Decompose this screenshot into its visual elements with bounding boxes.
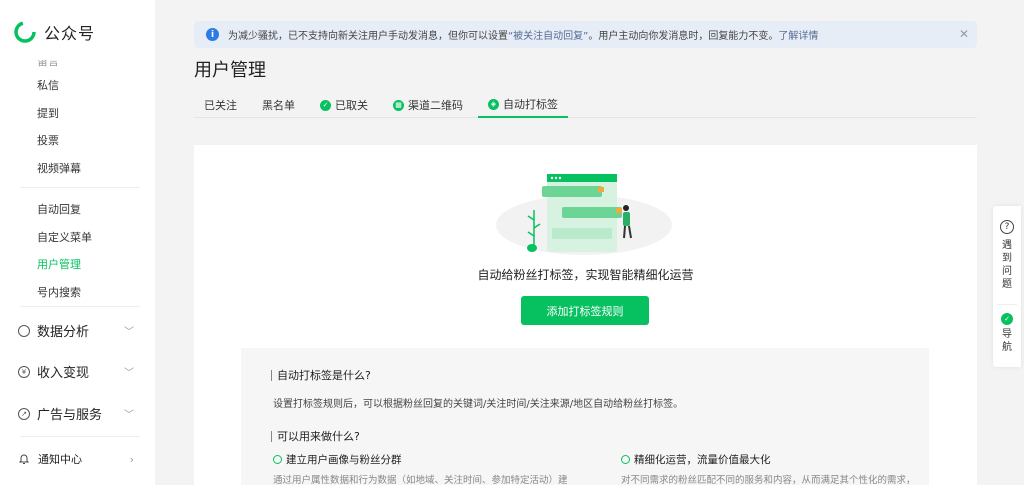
sidebar-group-label: 广告与服务 <box>37 408 103 423</box>
faq-use-case-1-title: 建立用户画像与粉丝分群 <box>286 454 402 466</box>
auto-tagging-headline: 自动给粉丝打标签，实现智能精细化运营 <box>477 268 694 282</box>
sidebar-group-label: 数据分析 <box>37 325 90 340</box>
faq-use-case-1-desc: 通过用户属性数据和行为数据（如地域、关注时间、参加特定活动）建 <box>273 475 568 485</box>
notice-bar: i 为减少骚扰，已不支持向新关注用户手动发消息，但你可以设置 “被关注自动回复”… <box>194 21 977 48</box>
sidebar-group-monetization[interactable]: ¥ 收入变现 ﹀ <box>18 362 134 381</box>
navigation-icon[interactable]: ✓ <box>1001 313 1013 325</box>
faq-question-use: 可以用来做什么? <box>271 431 360 442</box>
sidebar-item-auto-reply[interactable]: 自动回复 <box>37 201 81 217</box>
sidebar-item-in-account-search[interactable]: 号内搜索 <box>37 284 81 300</box>
sidebar-item-user-management[interactable]: 用户管理 <box>37 256 81 272</box>
compass-icon: ↗ <box>18 407 30 420</box>
page-title: 用户管理 <box>194 60 266 81</box>
auto-tagging-illustration <box>496 174 672 255</box>
app-logo[interactable]: 公众号 <box>14 20 95 44</box>
tab-auto-tagging[interactable]: ◈ 自动打标签 <box>478 92 568 118</box>
info-icon: i <box>206 28 219 41</box>
chevron-down-icon: ﹀ <box>124 327 134 338</box>
unfollow-icon: ✓ <box>320 99 331 111</box>
tab-label: 已取关 <box>335 99 368 112</box>
chevron-right-icon: › <box>129 452 134 466</box>
notice-text-after: 。用户主动向你发消息时，回复能力不变。 <box>588 31 779 42</box>
faq-use-case-2: 精细化运营，流量价值最大化 <box>621 452 771 467</box>
pie-chart-icon <box>18 324 30 337</box>
tab-unfollowed[interactable]: ✓ 已取关 <box>310 92 378 118</box>
faq-question-what: 自动打标签是什么? <box>271 370 371 381</box>
sidebar-divider <box>20 187 140 188</box>
faq-use-case-2-title: 精细化运营，流量价值最大化 <box>634 454 771 466</box>
wechat-official-logo-icon <box>14 21 36 43</box>
bell-icon <box>18 454 30 464</box>
sidebar-group-ads-services[interactable]: ↗ 广告与服务 ﹀ <box>18 404 134 423</box>
qrcode-icon: ▦ <box>393 99 404 111</box>
sidebar-divider <box>20 306 140 307</box>
main-card: 自动给粉丝打标签，实现智能精细化运营 添加打标签规则 自动打标签是什么? 设置打… <box>194 145 977 485</box>
question-icon[interactable]: ? <box>1000 220 1014 234</box>
sidebar-group-analytics[interactable]: 数据分析 ﹀ <box>18 321 134 340</box>
notice-link-learn-more[interactable]: 了解详情 <box>778 27 818 42</box>
help-label[interactable]: 遇到问题 <box>1002 239 1013 291</box>
tab-bar: 已关注 黑名单 ✓ 已取关 ▦ 渠道二维码 ◈ 自动打标签 <box>194 92 977 118</box>
sidebar: 公众号 留言 私信 提到 投票 视频弹幕 自动回复 自定义菜单 用户管理 号内搜… <box>0 0 155 485</box>
sidebar-item-mentions[interactable]: 提到 <box>37 105 59 121</box>
tag-icon: ◈ <box>488 98 499 110</box>
sidebar-item-custom-menu[interactable]: 自定义菜单 <box>37 229 92 245</box>
user-profile-icon <box>273 455 282 464</box>
floating-help-panel: ? 遇到问题 ✓ 导航 <box>993 206 1021 367</box>
faq-use-case-2-desc: 对不同需求的粉丝匹配不同的服务和内容，从而满足其个性化的需求， <box>621 475 916 485</box>
faq-panel: 自动打标签是什么? 设置打标签规则后，可以根据粉丝回复的关键词/关注时间/关注来… <box>241 348 929 485</box>
sidebar-group-label: 收入变现 <box>37 366 90 381</box>
add-tagging-rule-button[interactable]: 添加打标签规则 <box>521 296 649 325</box>
navigation-label[interactable]: 导航 <box>1002 328 1013 354</box>
notification-center-label: 通知中心 <box>38 453 82 466</box>
floating-divider <box>997 304 1017 305</box>
chevron-down-icon: ﹀ <box>124 368 134 379</box>
sidebar-divider <box>20 436 140 437</box>
yen-icon: ¥ <box>18 365 30 378</box>
tab-label: 自动打标签 <box>503 98 558 111</box>
sidebar-item-comments[interactable]: 留言 <box>37 60 59 68</box>
chevron-down-icon: ﹀ <box>124 410 134 421</box>
sidebar-notification-center[interactable]: 通知中心 › <box>18 451 134 467</box>
tab-channel-qrcode[interactable]: ▦ 渠道二维码 <box>383 92 473 118</box>
tab-label: 已关注 <box>204 99 237 112</box>
tab-label: 渠道二维码 <box>408 99 463 112</box>
close-icon[interactable]: ✕ <box>959 27 969 41</box>
tab-label: 黑名单 <box>262 99 295 112</box>
tab-followers[interactable]: 已关注 <box>194 92 247 118</box>
precision-target-icon <box>621 455 630 464</box>
sidebar-item-danmaku[interactable]: 视频弹幕 <box>37 160 81 176</box>
notice-link-auto-reply[interactable]: “被关注自动回复” <box>508 27 588 42</box>
faq-answer-what: 设置打标签规则后，可以根据粉丝回复的关键词/关注时间/关注来源/地区自动给粉丝打… <box>273 399 684 410</box>
app-name: 公众号 <box>44 24 96 43</box>
sidebar-item-messages[interactable]: 私信 <box>37 77 59 93</box>
faq-use-case-1: 建立用户画像与粉丝分群 <box>273 452 402 467</box>
notice-text-before: 为减少骚扰，已不支持向新关注用户手动发消息，但你可以设置 <box>228 31 508 42</box>
tab-blacklist[interactable]: 黑名单 <box>252 92 305 118</box>
sidebar-item-polls[interactable]: 投票 <box>37 132 59 148</box>
